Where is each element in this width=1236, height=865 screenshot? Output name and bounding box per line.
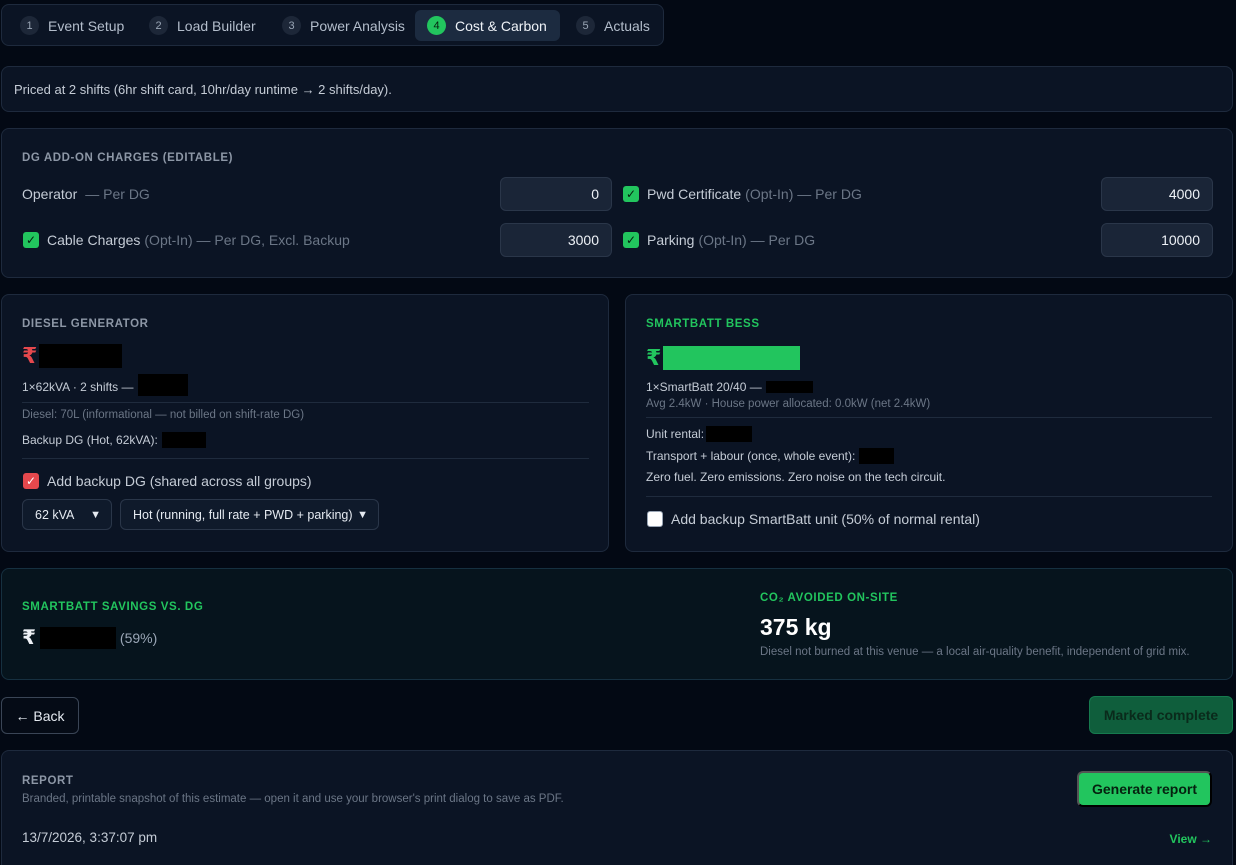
report-timestamp: 13/7/2026, 3:37:07 pm	[22, 830, 158, 845]
view-report-link[interactable]: View →	[1170, 832, 1212, 846]
rupee-icon: ₹	[22, 343, 38, 368]
redacted-value	[765, 381, 813, 393]
tab-number: 5	[576, 16, 595, 35]
operator-label: Operator — Per DG	[22, 186, 150, 202]
cable-charges-row: ✓ Cable Charges (Opt-In) — Per DG, Excl.…	[23, 232, 350, 248]
section-title: DIESEL GENERATOR	[22, 318, 149, 330]
dg-size-select[interactable]: 62 kVA ▼	[22, 499, 112, 530]
report-title: REPORT	[22, 775, 74, 787]
savings-percent: (59%)	[119, 629, 158, 646]
tab-number: 4	[427, 16, 446, 35]
divider	[646, 496, 1212, 497]
tab-label: Actuals	[604, 17, 650, 34]
redacted-value	[39, 344, 123, 368]
savings-amount: ₹ (59%)	[22, 625, 157, 650]
marked-complete-button[interactable]: Marked complete	[1089, 696, 1233, 734]
step-tabs: 1 Event Setup 2 Load Builder 3 Power Ana…	[1, 4, 664, 46]
redacted-value	[161, 432, 206, 448]
chevron-down-icon: ▼	[357, 508, 368, 521]
cable-charges-checkbox[interactable]: ✓	[23, 232, 39, 248]
tab-label: Event Setup	[48, 17, 125, 34]
section-title: SMARTBATT BESS	[646, 318, 760, 330]
tab-load-builder[interactable]: 2 Load Builder	[133, 10, 265, 41]
tab-number: 1	[20, 16, 39, 35]
tab-actuals[interactable]: 5 Actuals	[560, 10, 660, 41]
dg-addon-charges-panel: DG ADD-ON CHARGES (EDITABLE) Operator — …	[1, 128, 1233, 278]
dg-mode-select[interactable]: Hot (running, full rate + PWD + parking)…	[120, 499, 379, 530]
tab-label: Power Analysis	[310, 17, 405, 34]
tab-cost-carbon[interactable]: 4 Cost & Carbon	[415, 10, 560, 41]
unit-rental-line: Unit rental:	[646, 426, 753, 442]
section-title: DG ADD-ON CHARGES (EDITABLE)	[22, 152, 234, 164]
co2-value: 375 kg	[760, 614, 832, 640]
divider	[646, 417, 1212, 418]
pwd-certificate-row: ✓ Pwd Certificate (Opt-In) — Per DG	[623, 186, 862, 202]
add-backup-smartbatt-row: Add backup SmartBatt unit (50% of normal…	[647, 511, 980, 527]
bess-config: 1×SmartBatt 20/40 —	[646, 380, 813, 394]
smartbatt-bess-card: SMARTBATT BESS ₹ 1×SmartBatt 20/40 — Avg…	[625, 294, 1233, 552]
report-description: Branded, printable snapshot of this esti…	[22, 793, 564, 805]
redacted-value	[137, 374, 188, 396]
redacted-value	[663, 346, 801, 370]
dg-total-cost: ₹	[22, 343, 123, 369]
parking-input[interactable]	[1101, 223, 1213, 257]
divider	[22, 402, 589, 403]
tab-label: Load Builder	[177, 17, 256, 34]
parking-checkbox[interactable]: ✓	[623, 232, 639, 248]
tab-label: Cost & Carbon	[455, 17, 547, 34]
tab-number: 3	[282, 16, 301, 35]
add-backup-smartbatt-checkbox[interactable]	[647, 511, 663, 527]
bess-total-cost: ₹	[646, 345, 801, 371]
rupee-icon: ₹	[22, 627, 36, 649]
add-backup-dg-row: ✓ Add backup DG (shared across all group…	[23, 473, 312, 489]
operator-input[interactable]	[500, 177, 612, 211]
savings-panel: SMARTBATT SAVINGS VS. DG ₹ (59%) CO₂ AVO…	[1, 568, 1233, 680]
pwd-certificate-input[interactable]	[1101, 177, 1213, 211]
parking-row: ✓ Parking (Opt-In) — Per DG	[623, 232, 815, 248]
pwd-certificate-checkbox[interactable]: ✓	[623, 186, 639, 202]
co2-title: CO₂ AVOIDED ON-SITE	[760, 592, 898, 604]
generate-report-button[interactable]: Generate report	[1077, 771, 1212, 807]
transport-line: Transport + labour (once, whole event):	[646, 448, 895, 464]
diesel-generator-card: DIESEL GENERATOR ₹ 1×62kVA · 2 shifts — …	[1, 294, 609, 552]
cable-charges-input[interactable]	[500, 223, 612, 257]
bess-average: Avg 2.4kW · House power allocated: 0.0kW…	[646, 398, 931, 410]
rupee-icon: ₹	[646, 345, 662, 370]
add-backup-dg-checkbox[interactable]: ✓	[23, 473, 39, 489]
tab-event-setup[interactable]: 1 Event Setup	[4, 10, 138, 41]
co2-note: Diesel not burned at this venue — a loca…	[760, 646, 1190, 658]
redacted-value	[39, 626, 116, 649]
pricing-notice-text: Priced at 2 shifts (6hr shift card, 10hr…	[14, 82, 392, 97]
back-button[interactable]: ← Back	[1, 697, 79, 734]
diesel-note: Diesel: 70L (informational — not billed …	[22, 409, 305, 421]
zero-emissions-note: Zero fuel. Zero emissions. Zero noise on…	[646, 470, 946, 484]
divider	[22, 458, 589, 459]
redacted-value	[859, 448, 895, 464]
redacted-value	[706, 426, 753, 442]
report-panel: REPORT Branded, printable snapshot of th…	[1, 750, 1233, 865]
backup-dg-line: Backup DG (Hot, 62kVA):	[22, 432, 206, 448]
tab-number: 2	[149, 16, 168, 35]
savings-title: SMARTBATT SAVINGS VS. DG	[22, 601, 204, 613]
dg-config: 1×62kVA · 2 shifts —	[22, 374, 188, 396]
chevron-down-icon: ▼	[90, 508, 101, 521]
tab-power-analysis[interactable]: 3 Power Analysis	[266, 10, 416, 41]
pricing-notice: Priced at 2 shifts (6hr shift card, 10hr…	[1, 66, 1233, 112]
